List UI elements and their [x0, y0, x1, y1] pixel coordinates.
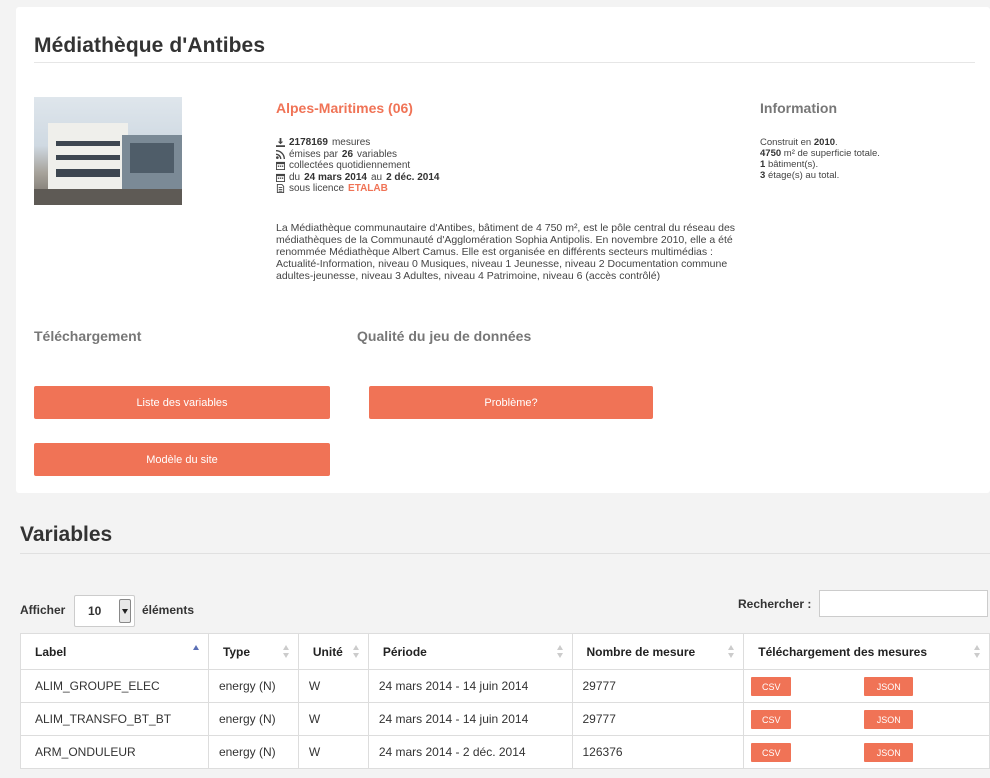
cell-label: ALIM_GROUPE_ELEC: [20, 669, 209, 703]
dataset-description: La Médiathèque communautaire d'Antibes, …: [276, 222, 736, 282]
sort-icon: [556, 645, 564, 659]
json-button[interactable]: JSON: [864, 710, 914, 729]
sort-icon: [352, 645, 360, 659]
license-prefix: sous licence: [289, 183, 345, 194]
calendar-icon: [276, 173, 285, 182]
dataset-stats: 2178169 mesures émises par 26 variables …: [276, 137, 439, 195]
csv-button[interactable]: CSV: [751, 743, 792, 762]
cell-type: energy (N): [207, 735, 299, 769]
variables-title: Variables: [20, 523, 113, 546]
rss-icon: [276, 149, 285, 159]
cell-label: ARM_ONDULEUR: [20, 735, 209, 769]
sort-icon: [974, 645, 981, 659]
region-label: Alpes-Maritimes (06): [276, 100, 413, 116]
information-block: Construit en 2010. 4750 m² de superficie…: [760, 137, 880, 181]
cell-period: 24 mars 2014 - 14 juin 2014: [367, 702, 573, 736]
info-buildings: 1 bâtiment(s).: [760, 159, 819, 170]
show-label: Afficher: [20, 603, 66, 617]
license-link[interactable]: ETALAB: [348, 183, 388, 195]
cell-unit: W: [297, 735, 369, 769]
emises-prefix: émises par: [289, 148, 338, 160]
cell-count: 29777: [571, 702, 745, 736]
mesures-label: mesures: [331, 137, 371, 148]
information-title: Information: [760, 100, 837, 116]
sort-asc-icon: [192, 645, 200, 659]
variables-list-button[interactable]: Liste des variables: [34, 386, 330, 419]
table-row: ALIM_TRANSFO_BT_BT energy (N) W 24 mars …: [20, 702, 990, 736]
cell-period: 24 mars 2014 - 14 juin 2014: [367, 669, 573, 703]
csv-button[interactable]: CSV: [751, 677, 792, 696]
chevron-down-icon[interactable]: [119, 599, 131, 623]
cell-label: ALIM_TRANSFO_BT_BT: [20, 702, 209, 736]
mesures-count: 2178169: [289, 137, 328, 148]
info-floors: 3 étage(s) au total.: [760, 170, 840, 181]
cell-count: 29777: [571, 669, 745, 703]
column-header-period[interactable]: Période: [367, 633, 573, 670]
frequency-text: collectées quotidiennement: [289, 160, 411, 171]
cell-download: CSV JSON: [743, 735, 990, 769]
json-button[interactable]: JSON: [864, 743, 914, 762]
calendar-icon: [276, 162, 285, 171]
cell-unit: W: [297, 702, 369, 736]
period-mid: au: [370, 171, 383, 183]
cell-download: CSV JSON: [743, 702, 990, 736]
variables-divider: [20, 553, 990, 554]
building-photo: [34, 97, 182, 205]
stat-mesures: 2178169 mesures: [276, 137, 439, 149]
quality-section-title: Qualité du jeu de données: [357, 328, 532, 344]
page-length-select[interactable]: 10: [74, 595, 135, 627]
column-header-download[interactable]: Téléchargement des mesures: [743, 633, 990, 670]
site-model-button[interactable]: Modèle du site: [34, 443, 330, 476]
document-icon: [276, 184, 285, 194]
period-end: 2 déc. 2014: [386, 171, 440, 183]
cell-type: energy (N): [207, 702, 299, 736]
sort-icon: [282, 645, 290, 659]
title-divider: [34, 62, 975, 63]
stat-frequency: collectées quotidiennement: [276, 160, 439, 172]
variables-table: Label Type Unité Période Nombre de mesur…: [20, 633, 990, 769]
column-header-count[interactable]: Nombre de mesure: [571, 633, 745, 670]
dataset-card: Médiathèque d'Antibes Alpes-Maritimes (0…: [16, 7, 990, 493]
sort-icon: [728, 645, 735, 659]
column-header-unit[interactable]: Unité: [297, 633, 369, 670]
page-length-value: 10: [88, 604, 102, 618]
download-icon: [276, 138, 285, 148]
table-row: ALIM_GROUPE_ELEC energy (N) W 24 mars 20…: [20, 669, 990, 703]
page-title: Médiathèque d'Antibes: [34, 34, 266, 57]
column-header-label[interactable]: Label: [20, 633, 209, 670]
download-section-title: Téléchargement: [34, 328, 142, 344]
info-built: Construit en 2010.: [760, 137, 838, 148]
info-area: 4750 m² de superficie totale.: [760, 148, 880, 159]
stat-period: du 24 mars 2014 au 2 déc. 2014: [276, 172, 439, 184]
cell-type: energy (N): [207, 669, 299, 703]
table-row: ARM_ONDULEUR energy (N) W 24 mars 2014 -…: [20, 735, 990, 769]
csv-button[interactable]: CSV: [751, 710, 792, 729]
variables-label: variables: [357, 148, 398, 160]
stat-license: sous licence ETALAB: [276, 183, 439, 195]
variables-count: 26: [341, 148, 354, 160]
period-start: 24 mars 2014: [304, 171, 367, 183]
cell-unit: W: [297, 669, 369, 703]
cell-download: CSV JSON: [743, 669, 990, 703]
search-label: Rechercher :: [738, 597, 812, 611]
search-input[interactable]: [819, 590, 988, 617]
elements-label: éléments: [142, 603, 195, 617]
json-button[interactable]: JSON: [864, 677, 914, 696]
cell-period: 24 mars 2014 - 2 déc. 2014: [367, 735, 573, 769]
column-header-type[interactable]: Type: [207, 633, 299, 670]
stat-variables: émises par 26 variables: [276, 149, 439, 161]
table-header-row: Label Type Unité Période Nombre de mesur…: [20, 633, 990, 670]
cell-count: 126376: [571, 735, 745, 769]
period-prefix: du: [289, 171, 301, 183]
problem-button[interactable]: Problème?: [369, 386, 653, 419]
